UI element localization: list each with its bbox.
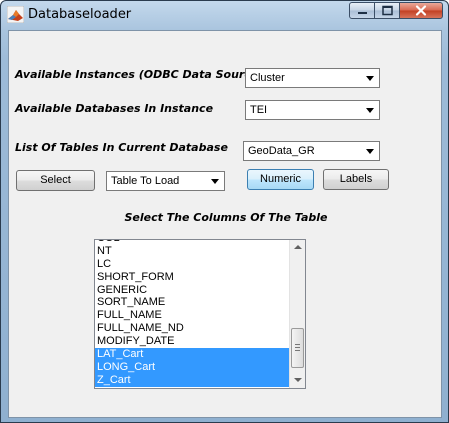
load-type-select-value: Table To Load: [111, 175, 180, 187]
client-area: Available Instances (ODBC Data Sources) …: [8, 30, 442, 418]
list-item[interactable]: LAT_Cart: [95, 348, 290, 361]
grip-line: [295, 350, 300, 351]
list-item[interactable]: FULL_NAME_ND: [95, 322, 290, 335]
labels-button[interactable]: Labels: [323, 169, 389, 190]
chevron-down-icon: [366, 149, 374, 154]
scroll-thumb[interactable]: [291, 328, 304, 368]
database-select[interactable]: TEI: [245, 100, 380, 120]
list-item[interactable]: SORT_NAME: [95, 296, 290, 309]
list-item[interactable]: FULL_NAME: [95, 309, 290, 322]
minimize-icon: [358, 12, 367, 14]
numeric-button[interactable]: Numeric: [247, 169, 314, 190]
list-item[interactable]: Z_Cart: [95, 373, 290, 387]
maximize-button[interactable]: [374, 2, 400, 19]
matlab-icon: [7, 6, 24, 23]
columns-listbox[interactable]: COLNTLCSHORT_FORMGENERICSORT_NAMEFULL_NA…: [94, 239, 306, 389]
list-item[interactable]: LC: [95, 258, 290, 271]
list-item[interactable]: GENERIC: [95, 284, 290, 297]
window-title: Databaseloader: [28, 7, 132, 22]
select-button[interactable]: Select: [16, 170, 95, 191]
chevron-down-icon: [366, 108, 374, 113]
scroll-up-button[interactable]: [290, 240, 305, 256]
scroll-down-button[interactable]: [290, 372, 305, 388]
instance-select-value: Cluster: [250, 72, 285, 84]
close-button[interactable]: [399, 2, 443, 19]
close-icon: [415, 5, 427, 16]
columns-list: COLNTLCSHORT_FORMGENERICSORT_NAMEFULL_NA…: [95, 240, 290, 387]
list-item[interactable]: NT: [95, 245, 290, 258]
columns-heading: Select The Columns Of The Table: [124, 211, 328, 224]
title-bar[interactable]: Databaseloader: [1, 1, 448, 29]
table-select-value: GeoData_GR: [248, 145, 315, 157]
arrow-down-icon: [294, 378, 302, 382]
database-select-value: TEI: [250, 104, 268, 116]
minimize-button[interactable]: [349, 2, 375, 19]
instances-label: Available Instances (ODBC Data Sources): [15, 68, 270, 81]
arrow-up-icon: [294, 245, 302, 249]
chevron-down-icon: [366, 76, 374, 81]
chevron-down-icon: [211, 179, 219, 184]
window-frame: Databaseloader Available Instances (ODBC…: [0, 0, 449, 423]
databases-label: Available Databases In Instance: [15, 102, 214, 115]
list-item[interactable]: SHORT_FORM: [95, 271, 290, 284]
list-item[interactable]: LONG_Cart: [95, 360, 290, 374]
load-type-select[interactable]: Table To Load: [106, 171, 225, 191]
grip-line: [295, 344, 300, 345]
grip-line: [295, 347, 300, 348]
instance-select[interactable]: Cluster: [245, 68, 380, 88]
maximize-icon: [382, 5, 393, 16]
table-select[interactable]: GeoData_GR: [243, 141, 380, 161]
tables-label: List Of Tables In Current Database: [15, 141, 228, 154]
vertical-scrollbar[interactable]: [289, 240, 305, 388]
list-item[interactable]: MODIFY_DATE: [95, 335, 290, 348]
